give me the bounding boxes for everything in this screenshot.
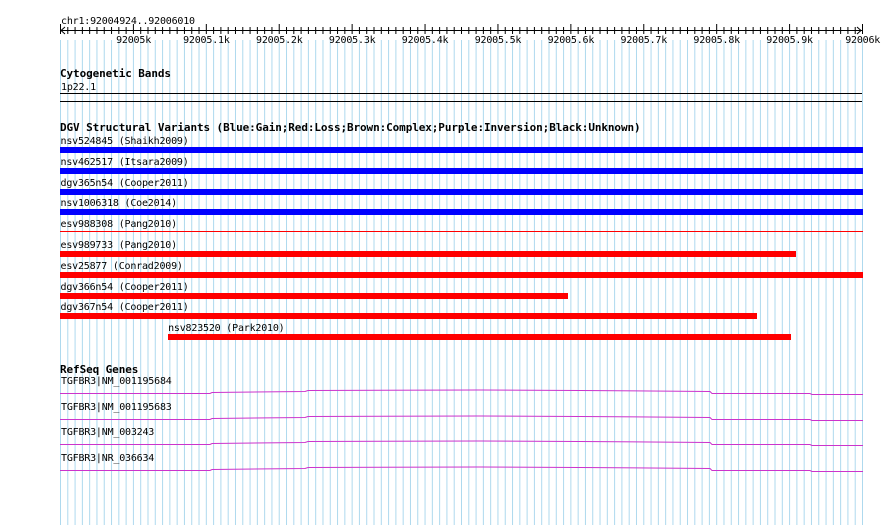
gene-line	[60, 389, 863, 395]
variant-label: esv989733 (Pang2010)	[60, 240, 178, 251]
gene-line	[60, 414, 863, 421]
gene-model[interactable]	[60, 461, 864, 473]
variant-label: nsv524845 (Shaikh2009)	[60, 136, 189, 147]
ruler-tick-label: 92005.9k	[766, 35, 813, 46]
ruler-tick-label: 92005.6k	[547, 35, 595, 46]
cytogenetic-bands-title: Cytogenetic Bands	[60, 67, 171, 80]
variant-label: dgv367n54 (Cooper2011)	[60, 302, 189, 314]
variant-bar[interactable]	[60, 292, 568, 299]
refseq-track-title: RefSeq Genes	[60, 363, 139, 376]
variant-label: dgv366n54 (Cooper2011)	[60, 281, 189, 293]
variant-bar[interactable]	[60, 188, 863, 195]
cytoband-label: 1p22.1	[61, 82, 96, 93]
variant-label: esv25877 (Conrad2009)	[60, 260, 183, 272]
ruler-tick-label: 92006k	[845, 35, 881, 46]
variant-bar[interactable]	[60, 147, 863, 153]
ruler-tick-label: 92005.2k	[256, 35, 303, 46]
variant-label: esv988308 (Pang2010)	[60, 219, 178, 231]
ruler-tick-label: 92005.5k	[474, 35, 522, 46]
cytoband-line-bottom	[60, 101, 862, 102]
variant-bar[interactable]	[60, 167, 863, 174]
gene-model[interactable]	[60, 384, 864, 396]
ruler-tick-label: 92005.1k	[183, 35, 230, 46]
ruler-tick-label: 92005k	[116, 35, 152, 46]
variant-bar[interactable]	[60, 313, 757, 320]
variant-label: nsv823520 (Park2010)	[168, 323, 285, 335]
ruler-tick-label: 92005.8k	[693, 35, 740, 46]
dgv-track-title: DGV Structural Variants (Blue:Gain;Red:L…	[60, 121, 641, 134]
gene-model[interactable]	[60, 410, 864, 422]
gene-model[interactable]	[60, 435, 864, 447]
ruler-tick-label: 92005.4k	[401, 35, 449, 46]
variant-label: nsv462517 (Itsara2009)	[60, 156, 189, 168]
variant-label: dgv365n54 (Cooper2011)	[60, 177, 189, 189]
variant-label: nsv1006318 (Coe2014)	[60, 198, 178, 210]
ruler-tick-label: 92005.3k	[328, 35, 376, 46]
cytoband-line-top	[60, 93, 862, 94]
variant-bar[interactable]	[60, 251, 797, 257]
variant-bar[interactable]	[167, 334, 791, 341]
variant-bar[interactable]	[60, 209, 863, 216]
variant-bar[interactable]	[60, 231, 863, 233]
ruler-tick-label: 92005.7k	[620, 35, 668, 46]
region-label: chr1:92004924..92006010	[61, 16, 195, 27]
gene-line	[60, 440, 863, 446]
gene-line	[60, 465, 863, 472]
variant-bar[interactable]	[60, 271, 863, 278]
